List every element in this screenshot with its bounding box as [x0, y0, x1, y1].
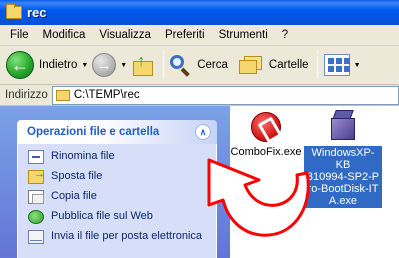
task-rename[interactable]: Rinomina file	[28, 150, 216, 164]
views-dropdown-icon[interactable]: ▼	[354, 62, 361, 69]
file-tasks-list: Rinomina file Sposta file Copia file Pub…	[17, 144, 217, 258]
collapse-chevron-icon[interactable]: ∧	[195, 124, 211, 140]
file-tasks-panel: Operazioni file e cartella ∧ Rinomina fi…	[17, 120, 217, 258]
up-folder-button[interactable]: ↑	[131, 48, 155, 82]
file-name-line: ro-BootDisk-IT	[307, 183, 379, 195]
back-label: Indietro	[39, 59, 78, 71]
mail-icon	[28, 230, 44, 244]
task-label: Sposta file	[51, 170, 103, 182]
back-button[interactable]: ← Indietro ▼	[6, 48, 88, 82]
web-icon	[28, 210, 44, 224]
file-name-line: WindowsXP-KB	[311, 147, 375, 171]
menu-modifica[interactable]: Modifica	[36, 29, 93, 41]
move-icon	[28, 168, 45, 184]
folder-icon	[6, 4, 22, 19]
address-bar: Indirizzo C:\TEMP\rec	[0, 85, 399, 106]
window-title: rec	[27, 5, 47, 20]
task-label: Copia file	[51, 190, 97, 202]
back-arrow-icon: ←	[6, 51, 34, 79]
file-name-line: A.exe	[328, 195, 358, 207]
up-folder-icon: ↑	[131, 53, 155, 77]
task-move[interactable]: Sposta file	[28, 168, 216, 184]
menu-help[interactable]: ?	[275, 29, 295, 41]
content-area: Operazioni file e cartella ∧ Rinomina fi…	[0, 106, 399, 258]
views-icon	[323, 54, 350, 76]
task-label: Pubblica file sul Web	[51, 210, 153, 222]
folder-icon	[55, 89, 70, 101]
forward-arrow-icon: →	[92, 53, 117, 77]
forward-dropdown-icon[interactable]: ▼	[120, 62, 127, 69]
task-publish-web[interactable]: Pubblica file sul Web	[28, 210, 216, 224]
views-button[interactable]: ▼	[322, 48, 361, 82]
task-copy[interactable]: Copia file	[28, 190, 216, 204]
search-button[interactable]: Cerca	[168, 48, 228, 82]
folders-button[interactable]: Cartelle	[238, 48, 309, 82]
address-input[interactable]: C:\TEMP\rec	[51, 85, 399, 105]
toolbar: ← Indietro ▼ → ▼ ↑ Cerca Cartelle ▼	[0, 46, 399, 85]
toolbar-separator-2	[316, 51, 318, 79]
menu-visualizza[interactable]: Visualizza	[92, 29, 158, 41]
toolbar-separator	[163, 51, 165, 79]
file-tasks-title: Operazioni file e cartella	[27, 126, 160, 138]
search-label: Cerca	[197, 59, 228, 71]
file-name-line: 310994-SP2-P	[306, 171, 380, 183]
task-pane: Operazioni file e cartella ∧ Rinomina fi…	[0, 106, 230, 258]
task-label: Rinomina file	[51, 150, 115, 162]
menu-bar: File Modifica Visualizza Preferiti Strum…	[0, 25, 399, 46]
search-icon	[168, 53, 192, 77]
folders-label: Cartelle	[268, 59, 309, 71]
copy-icon	[28, 190, 44, 204]
menu-strumenti[interactable]: Strumenti	[212, 29, 275, 41]
file-name-selected: WindowsXP-KB 310994-SP2-P ro-BootDisk-IT…	[304, 146, 382, 208]
file-tasks-header[interactable]: Operazioni file e cartella ∧	[17, 120, 217, 144]
title-bar[interactable]: rec	[0, 0, 399, 25]
installer-box-icon	[328, 110, 358, 142]
task-send-email[interactable]: Invia il file per posta elettronica	[28, 230, 216, 244]
menu-file[interactable]: File	[3, 29, 36, 41]
file-name: ComboFix.exe	[230, 146, 302, 158]
combofix-icon	[251, 112, 281, 142]
address-label: Indirizzo	[5, 89, 48, 101]
task-label: Invia il file per posta elettronica	[51, 230, 203, 242]
back-dropdown-icon[interactable]: ▼	[81, 62, 88, 69]
menu-preferiti[interactable]: Preferiti	[158, 29, 212, 41]
file-windowsxp-bootdisk[interactable]: WindowsXP-KB 310994-SP2-P ro-BootDisk-IT…	[304, 110, 382, 208]
rename-icon	[28, 150, 44, 164]
folders-icon	[238, 54, 264, 76]
address-path: C:\TEMP\rec	[73, 89, 140, 101]
forward-button[interactable]: → ▼	[92, 48, 127, 82]
file-combofix[interactable]: ComboFix.exe	[228, 112, 304, 158]
